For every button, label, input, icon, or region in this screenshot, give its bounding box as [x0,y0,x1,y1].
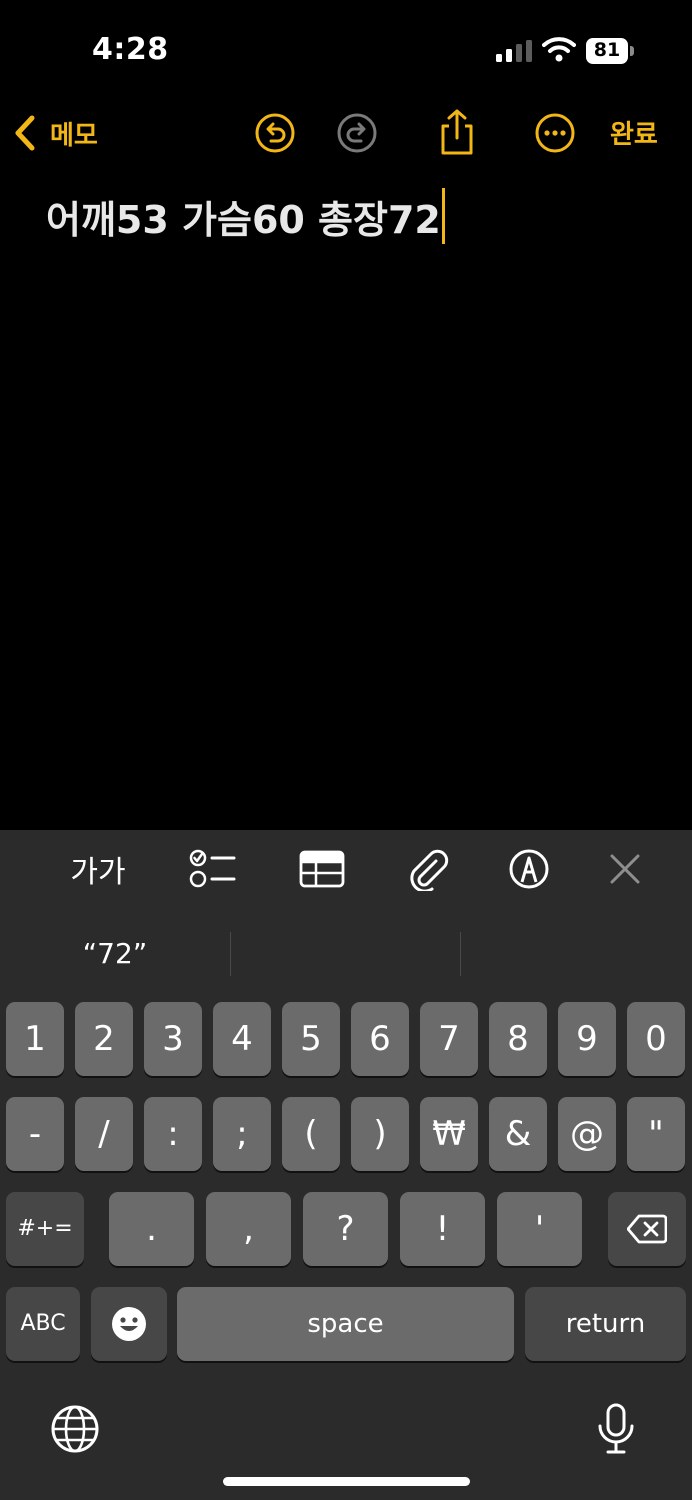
key-hyphen[interactable]: - [6,1097,64,1171]
suggestion-3[interactable] [461,930,692,976]
key-3[interactable]: 3 [144,1002,202,1076]
suggestion-2[interactable] [231,930,460,976]
undo-icon[interactable] [254,112,296,154]
abc-key[interactable]: ABC [6,1287,80,1361]
share-icon[interactable] [436,108,478,156]
text-format-button[interactable]: 가가 [66,844,130,894]
back-label: 메모 [50,120,98,151]
emoji-icon [112,1307,146,1341]
emoji-key[interactable] [91,1287,167,1361]
formatting-toolbar: 가가 [0,830,692,908]
key-2[interactable]: 2 [75,1002,133,1076]
table-icon [299,850,345,888]
note-text: 어깨53 가슴60 총장72 [46,197,441,242]
key-question[interactable]: ? [303,1192,388,1266]
markup-button[interactable] [506,844,552,894]
key-period[interactable]: . [109,1192,194,1266]
key-1[interactable]: 1 [6,1002,64,1076]
wifi-icon [542,37,576,62]
space-key[interactable]: space [177,1287,514,1361]
note-body[interactable]: 어깨53 가슴60 총장72 [46,188,445,244]
key-quote[interactable]: " [627,1097,685,1171]
pen-markup-icon [509,849,549,889]
redo-icon[interactable] [336,112,378,154]
microphone-icon[interactable] [596,1402,636,1456]
key-semicolon[interactable]: ; [213,1097,271,1171]
delete-key[interactable] [608,1192,686,1266]
key-5[interactable]: 5 [282,1002,340,1076]
key-0[interactable]: 0 [627,1002,685,1076]
key-7[interactable]: 7 [420,1002,478,1076]
table-button[interactable] [296,844,348,894]
return-key[interactable]: return [525,1287,686,1361]
key-close-paren[interactable]: ) [351,1097,409,1171]
keyboard: “72” 1 2 3 4 5 6 7 8 9 0 - / : ; ( ) ₩ &… [0,908,692,1500]
attachment-button[interactable] [402,844,454,894]
home-indicator[interactable] [223,1477,470,1486]
key-4[interactable]: 4 [213,1002,271,1076]
done-button[interactable]: 완료 [610,114,658,151]
key-9[interactable]: 9 [558,1002,616,1076]
battery-icon: 81 [586,38,634,64]
checklist-icon [189,849,236,888]
close-icon [610,854,640,884]
checklist-button[interactable] [186,844,238,894]
key-exclamation[interactable]: ! [400,1192,485,1266]
key-comma[interactable]: , [206,1192,291,1266]
close-toolbar-button[interactable] [604,844,646,894]
more-options-icon[interactable] [534,112,576,154]
key-colon[interactable]: : [144,1097,202,1171]
key-6[interactable]: 6 [351,1002,409,1076]
battery-percentage: 81 [593,39,621,61]
status-time: 4:28 [92,32,169,67]
suggestion-1[interactable]: “72” [0,930,230,976]
key-slash[interactable]: / [75,1097,133,1171]
paperclip-icon [410,849,449,891]
symbols-mode-key[interactable]: #+= [6,1192,84,1266]
key-at[interactable]: @ [558,1097,616,1171]
backspace-icon [627,1214,667,1244]
key-open-paren[interactable]: ( [282,1097,340,1171]
key-8[interactable]: 8 [489,1002,547,1076]
chevron-left-icon [15,115,35,151]
cellular-signal-icon [496,40,532,62]
key-apostrophe[interactable]: ' [497,1192,582,1266]
text-cursor [441,188,445,244]
key-won[interactable]: ₩ [420,1097,478,1171]
key-ampersand[interactable]: & [489,1097,547,1171]
globe-icon[interactable] [50,1404,100,1454]
back-button[interactable]: 메모 [14,110,98,156]
